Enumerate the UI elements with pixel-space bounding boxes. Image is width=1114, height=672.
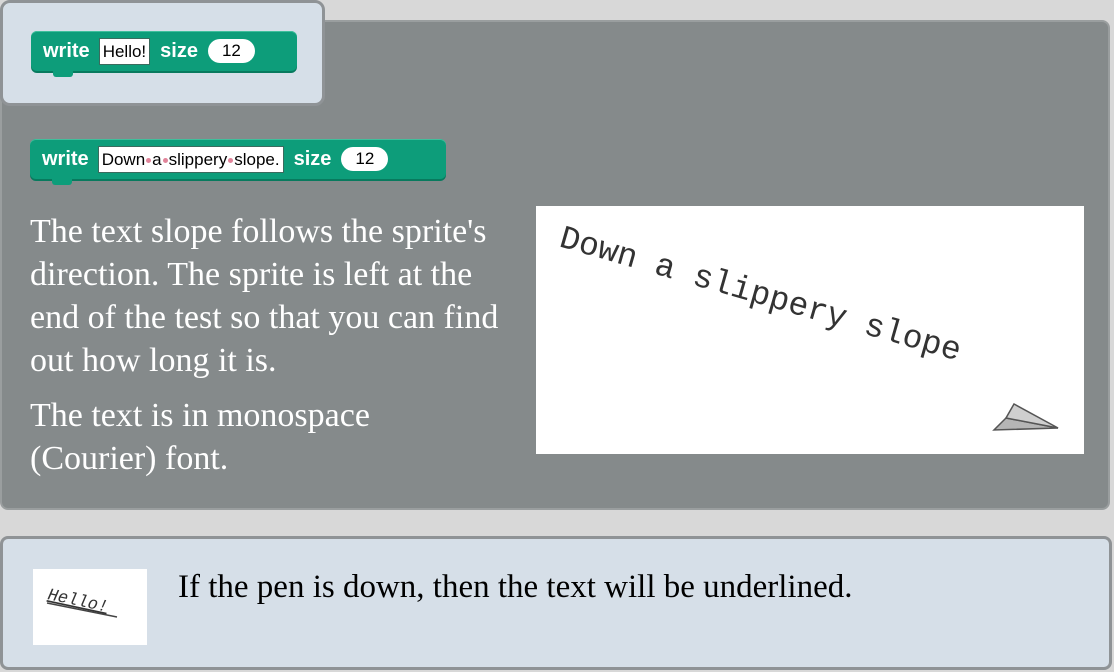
stage-canvas: Down a slippery slope: [555, 220, 1059, 431]
write-block-slope[interactable]: write Down a slippery slope. size 12: [30, 139, 446, 185]
text-word: slope.: [234, 149, 280, 169]
text-word: slippery: [168, 149, 228, 169]
note-text: If the pen is down, then the text will b…: [178, 569, 853, 605]
description-paragraph-1: The text slope follows the sprite's dire…: [30, 213, 499, 379]
description: The text slope follows the sprite's dire…: [30, 210, 500, 492]
description-paragraph-2: The text is in monospace (Courier) font.: [30, 397, 370, 477]
size-keyword: size: [293, 147, 332, 170]
stage-preview: Down a slippery slope: [536, 206, 1084, 454]
text-word: Down: [101, 149, 146, 169]
arrow-sprite-icon[interactable]: [992, 402, 1059, 431]
text-input[interactable]: Hello!: [98, 37, 151, 65]
size-input[interactable]: 12: [341, 147, 389, 171]
size-input[interactable]: 12: [207, 39, 255, 63]
underline-thumbnail: Hello!: [33, 569, 147, 645]
space-dot: [162, 157, 168, 163]
text-word: a: [152, 149, 162, 169]
hint-card: write Hello! size 12: [0, 0, 325, 106]
space-dot: [228, 157, 234, 163]
write-block-hello[interactable]: write Hello! size 12: [31, 31, 297, 77]
size-keyword: size: [160, 39, 198, 62]
text-input[interactable]: Down a slippery slope.: [97, 145, 284, 173]
write-keyword: write: [43, 39, 90, 62]
write-keyword: write: [42, 147, 89, 170]
note-card: Hello! If the pen is down, then the text…: [0, 536, 1112, 670]
rendered-text: Down a slippery slope: [555, 220, 965, 370]
space-dot: [146, 157, 152, 163]
